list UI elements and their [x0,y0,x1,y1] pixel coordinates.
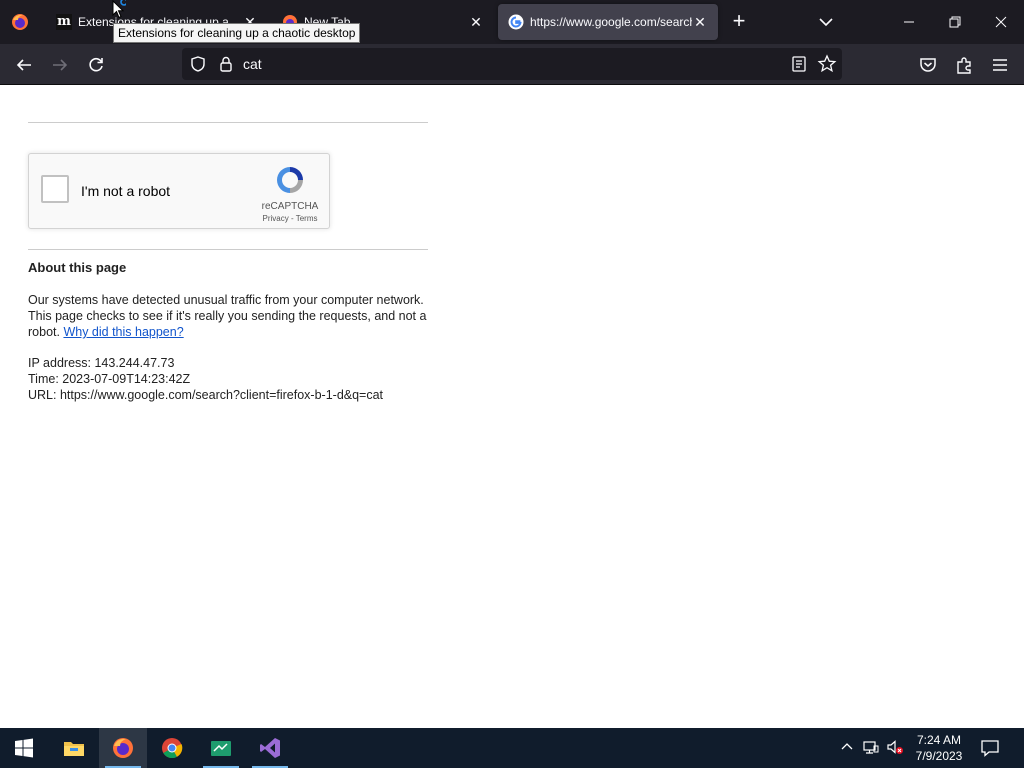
tracking-protection-shield-icon[interactable] [189,55,207,73]
taskbar-app[interactable] [197,728,245,768]
hamburger-menu-icon[interactable] [987,52,1013,78]
volume-muted-icon[interactable] [886,738,904,756]
app-icon [211,741,231,756]
divider [28,249,428,250]
tab-title: https://www.google.com/search?client=fir… [530,15,692,29]
about-title: About this page [28,260,127,275]
chrome-icon [162,738,183,759]
divider [28,122,428,123]
close-window-icon[interactable] [978,0,1024,44]
close-tab-icon[interactable]: ✕ [468,14,484,30]
reload-icon[interactable] [83,52,109,78]
system-clock[interactable]: 7:24 AM 7/9/2023 [908,732,970,764]
start-button[interactable] [0,728,48,768]
visual-studio-icon [260,738,280,758]
navigation-toolbar: cat [0,44,1024,85]
privacy-link[interactable]: Privacy [263,214,289,223]
mouse-cursor-icon [112,0,126,19]
clock-time: 7:24 AM [916,733,962,747]
close-tab-icon[interactable]: ✕ [692,14,708,30]
taskbar-visual-studio[interactable] [246,728,294,768]
recaptcha-logo-icon [277,167,303,193]
recaptcha-links: Privacy - Terms [253,214,327,223]
new-tab-button[interactable]: + [727,10,751,34]
about-text: Our systems have detected unusual traffi… [28,292,428,340]
request-url: URL: https://www.google.com/search?clien… [28,388,384,402]
page-content: I'm not a robot reCAPTCHA Privacy - Term… [0,85,1024,728]
recaptcha-label: I'm not a robot [81,183,171,199]
ip-address: IP address: 143.244.47.73 [28,356,175,370]
restore-icon[interactable] [932,0,978,44]
terms-link[interactable]: Terms [296,214,318,223]
link-separator: - [288,214,296,223]
why-link[interactable]: Why did this happen? [63,325,183,339]
taskbar-file-explorer[interactable] [50,728,98,768]
notification-icon[interactable] [980,738,1000,758]
list-all-tabs-icon[interactable] [814,10,838,34]
recaptcha-checkbox[interactable] [41,175,69,203]
file-explorer-icon [64,742,84,756]
tab-tooltip: Extensions for cleaning up a chaotic des… [113,23,361,43]
firefox-icon [113,738,133,758]
forward-icon[interactable] [47,52,73,78]
medium-m-icon: m [56,14,72,30]
taskbar-firefox[interactable] [99,728,147,768]
bookmark-star-icon[interactable] [817,54,837,74]
recaptcha-brand: reCAPTCHA [261,201,319,212]
recaptcha-widget: I'm not a robot reCAPTCHA Privacy - Term… [28,153,330,229]
minimize-icon[interactable] [886,0,932,44]
windows-taskbar: 7:24 AM 7/9/2023 [0,728,1024,768]
url-text: cat [243,56,262,72]
google-g-icon [508,14,524,30]
chevron-up-icon[interactable] [838,738,856,756]
pocket-icon[interactable] [915,52,941,78]
start-icon [15,738,33,758]
extensions-icon[interactable] [951,52,977,78]
tab-google-search[interactable]: https://www.google.com/search?client=fir… [498,4,718,40]
reader-view-icon[interactable] [790,55,808,73]
lock-icon[interactable] [217,55,235,73]
timestamp: Time: 2023-07-09T14:23:42Z [28,372,191,386]
clock-date: 7/9/2023 [915,749,963,763]
network-icon[interactable] [862,738,880,756]
back-icon[interactable] [11,52,37,78]
firefox-menu-icon[interactable] [10,12,30,32]
taskbar-chrome[interactable] [148,728,196,768]
url-bar[interactable]: cat [182,48,842,80]
